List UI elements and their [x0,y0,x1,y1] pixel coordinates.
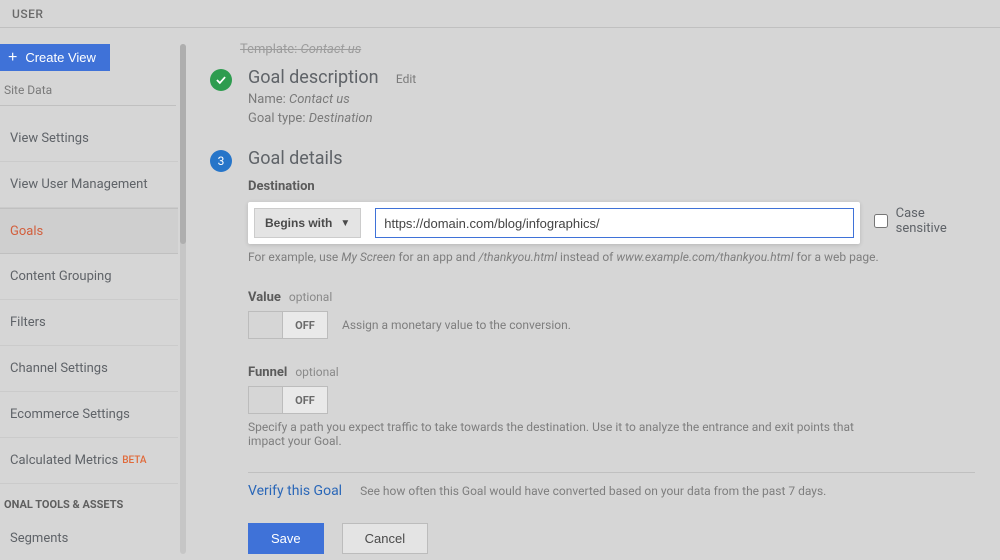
sidebar-item-view-settings[interactable]: View Settings [0,116,178,162]
save-button[interactable]: Save [248,523,324,554]
site-data-label: Site Data [0,83,176,106]
plus-icon: + [8,51,17,65]
toggle-knob [249,312,283,338]
beta-badge: BETA [122,455,146,466]
destination-hint: For example, use My Screen for an app an… [248,250,975,264]
funnel-desc: Specify a path you expect traffic to tak… [248,420,888,448]
sidebar-item-filters[interactable]: Filters [0,300,178,346]
value-desc: Assign a monetary value to the conversio… [342,318,571,332]
verify-goal-link[interactable]: Verify this Goal [248,483,342,499]
create-view-button[interactable]: + Create View [0,44,110,71]
destination-row: Begins with ▼ [248,202,860,244]
top-bar-label: USER [12,7,43,21]
edit-link[interactable]: Edit [396,72,416,86]
sidebar-section-personal: ONAL TOOLS & ASSETS [0,484,186,519]
step-number-badge: 3 [210,150,232,172]
toggle-knob [249,387,283,413]
goal-details-title: Goal details [248,148,975,169]
sidebar-item-calculated-metrics[interactable]: Calculated MetricsBETA [0,438,178,484]
main-content: Template: Contact us Goal description Ed… [186,28,1000,560]
sidebar-item-content-grouping[interactable]: Content Grouping [0,254,178,300]
funnel-toggle[interactable]: OFF [248,386,328,414]
case-sensitive-label: Case sensitive [896,206,976,236]
cancel-button[interactable]: Cancel [342,523,428,554]
sidebar-item-channel-settings[interactable]: Channel Settings [0,346,178,392]
goal-description-title: Goal description [248,67,379,88]
sidebar: + Create View Site Data View Settings Vi… [0,28,186,560]
top-bar: USER [0,0,1000,28]
case-sensitive-checkbox[interactable] [874,214,887,228]
value-label: Valueoptional [248,290,975,305]
funnel-toggle-label: OFF [283,387,327,413]
sidebar-item-ecommerce-settings[interactable]: Ecommerce Settings [0,392,178,438]
create-view-label: Create View [25,50,96,65]
sidebar-item-goals[interactable]: Goals [0,208,178,254]
goal-type-line: Goal type: Destination [248,111,970,126]
caret-down-icon: ▼ [340,218,350,229]
case-sensitive-row[interactable]: Case sensitive [874,206,975,236]
verify-desc: See how often this Goal would have conve… [360,484,826,498]
destination-input[interactable] [375,208,854,238]
sidebar-item-view-user-management[interactable]: View User Management [0,162,178,208]
match-type-dropdown[interactable]: Begins with ▼ [254,208,361,238]
funnel-label: Funneloptional [248,365,975,380]
value-toggle[interactable]: OFF [248,311,328,339]
destination-label: Destination [248,179,975,194]
value-toggle-label: OFF [283,312,327,338]
divider [248,472,975,473]
goal-name-line: Name: Contact us [248,92,970,107]
check-icon [210,69,232,91]
sidebar-item-segments[interactable]: Segments [0,519,178,557]
template-line: Template: Contact us [240,42,970,57]
